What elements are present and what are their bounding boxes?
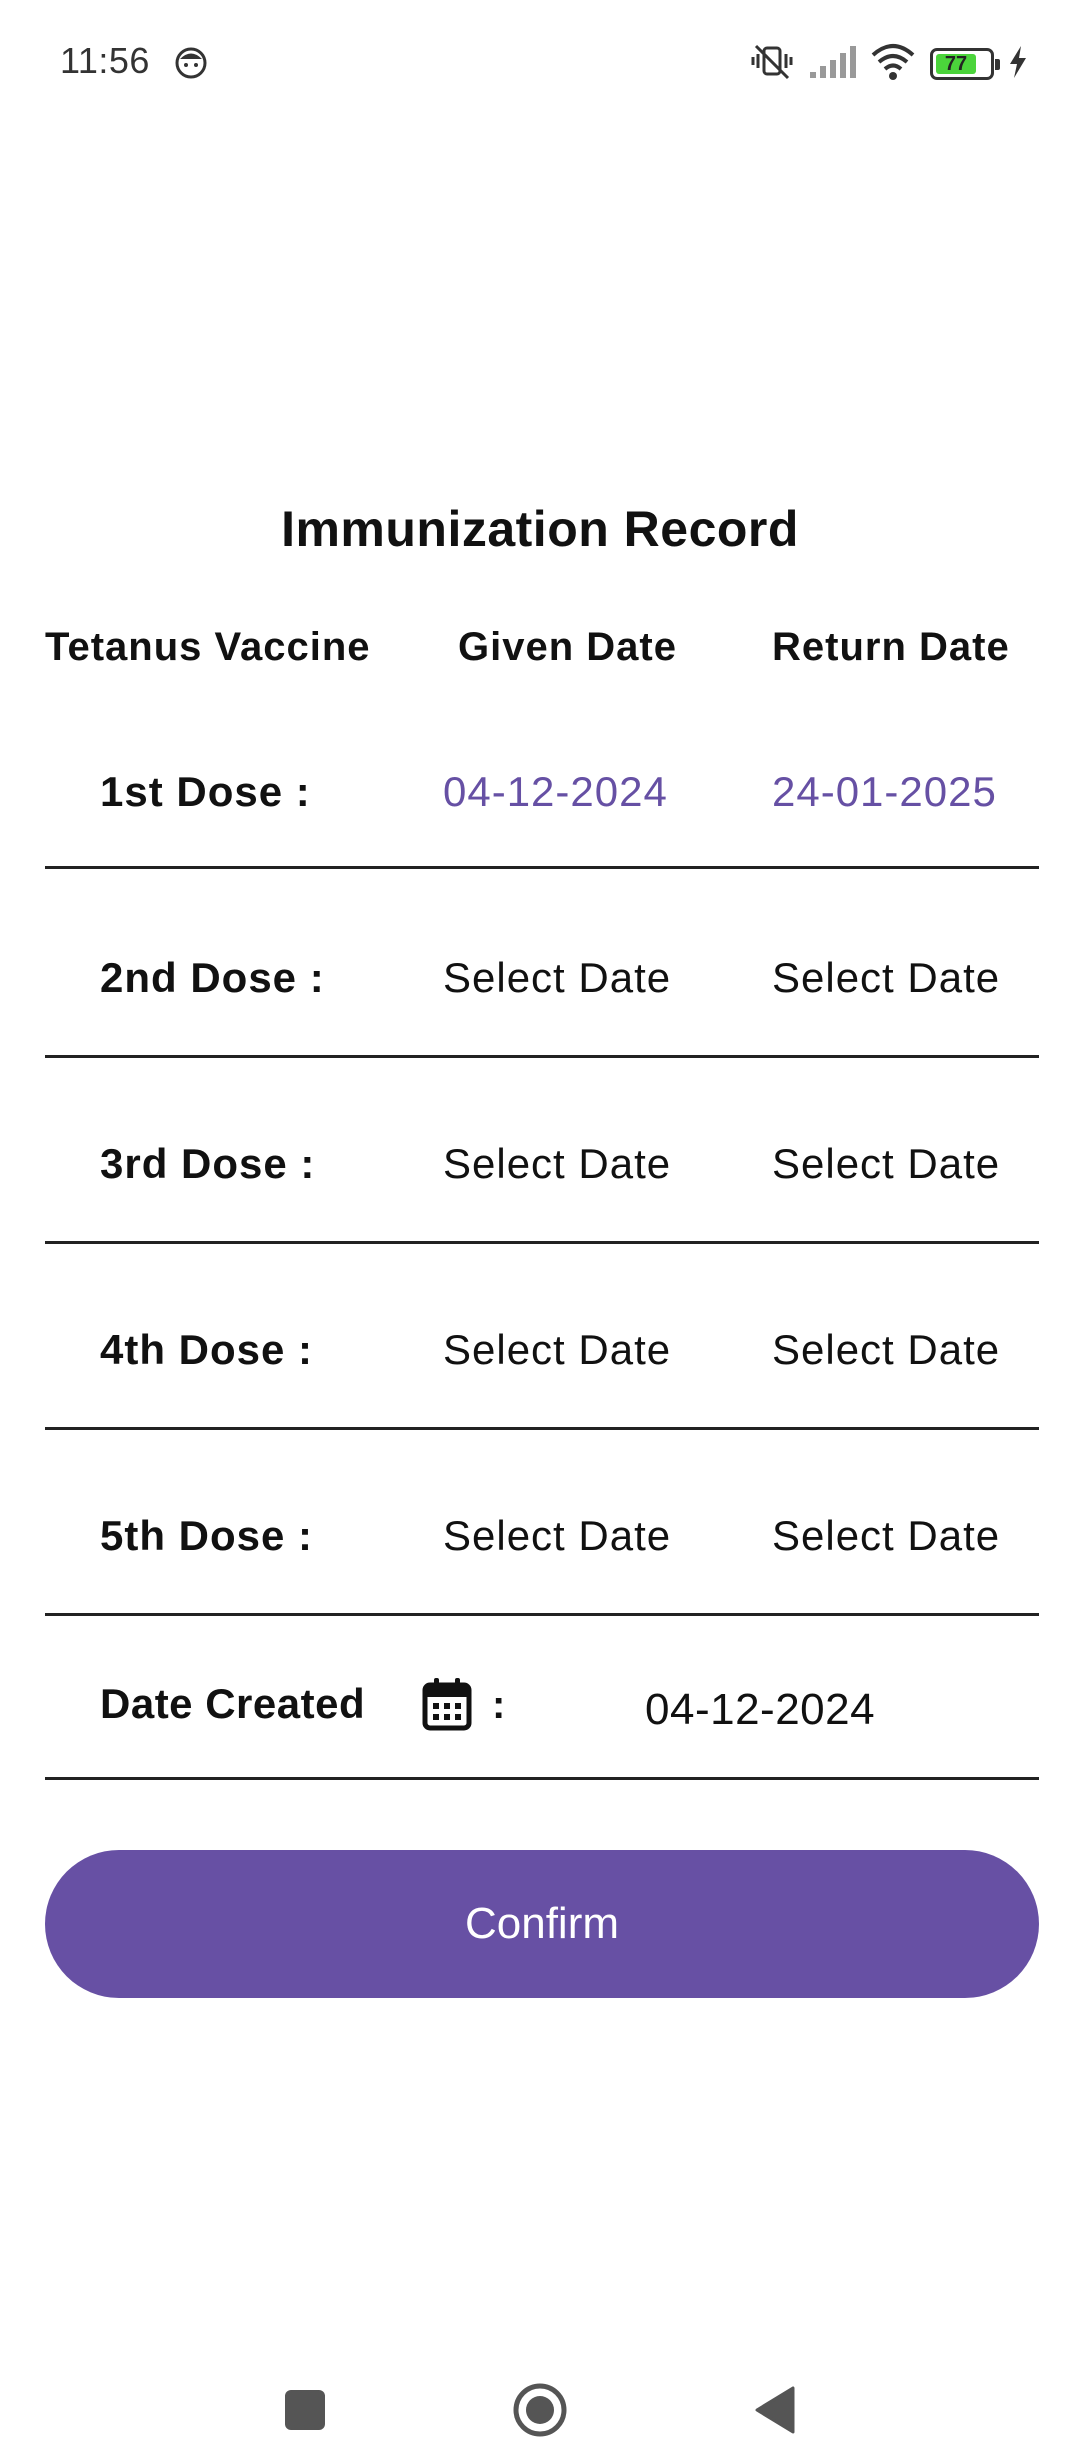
- face-notification-icon: [174, 46, 208, 80]
- header-tetanus-vaccine: Tetanus Vaccine: [45, 625, 371, 669]
- given-date-1[interactable]: 04-12-2024: [443, 768, 668, 816]
- dose-label: 5th Dose :: [100, 1512, 314, 1559]
- return-date-2[interactable]: Select Date: [772, 954, 1000, 1002]
- return-date-5[interactable]: Select Date: [772, 1512, 1000, 1560]
- wifi-icon: [870, 43, 916, 86]
- charging-icon: [1008, 45, 1028, 84]
- confirm-button[interactable]: Confirm: [45, 1850, 1039, 1998]
- dose-row-5: 5th Dose : Select Date Select Date: [45, 1430, 1039, 1616]
- header-given-date: Given Date: [458, 625, 677, 669]
- date-created-row: Date Created : 04-12-2024: [45, 1615, 1039, 1780]
- home-circle-icon[interactable]: [510, 2380, 570, 2440]
- table-header: Tetanus Vaccine Given Date Return Date: [0, 625, 1080, 685]
- immunization-screen: 11:56 77 Immunization Record Tetanus Vac…: [0, 0, 1080, 2460]
- given-date-2[interactable]: Select Date: [443, 954, 671, 1002]
- dose-label: 2nd Dose :: [100, 954, 325, 1001]
- vibrate-off-icon: [750, 42, 794, 87]
- dose-row-4: 4th Dose : Select Date Select Date: [45, 1244, 1039, 1430]
- dose-row-1: 1st Dose : 04-12-2024 24-01-2025: [45, 683, 1039, 869]
- dose-label: 4th Dose :: [100, 1326, 314, 1373]
- dose-label: 1st Dose :: [100, 768, 311, 815]
- date-created-value: 04-12-2024: [645, 1685, 876, 1734]
- signal-icon: [808, 44, 856, 85]
- status-icons: 77: [750, 42, 1028, 86]
- status-bar: 11:56 77: [0, 0, 1080, 130]
- given-date-4[interactable]: Select Date: [443, 1326, 671, 1374]
- battery-level: 77: [936, 53, 977, 75]
- status-time: 11:56: [60, 40, 150, 81]
- header-return-date: Return Date: [772, 625, 1010, 669]
- calendar-icon[interactable]: [422, 1677, 472, 1731]
- page-title: Immunization Record: [281, 501, 799, 557]
- given-date-3[interactable]: Select Date: [443, 1140, 671, 1188]
- return-date-1[interactable]: 24-01-2025: [772, 768, 997, 816]
- dose-row-3: 3rd Dose : Select Date Select Date: [45, 1058, 1039, 1244]
- recents-square-icon[interactable]: [275, 2380, 335, 2440]
- date-created-label: Date Created: [100, 1680, 366, 1727]
- dose-row-2: 2nd Dose : Select Date Select Date: [45, 872, 1039, 1058]
- navigation-bar: [0, 2360, 1080, 2460]
- back-triangle-icon[interactable]: [745, 2380, 805, 2440]
- return-date-3[interactable]: Select Date: [772, 1140, 1000, 1188]
- battery-icon: 77: [930, 48, 1000, 80]
- given-date-5[interactable]: Select Date: [443, 1512, 671, 1560]
- return-date-4[interactable]: Select Date: [772, 1326, 1000, 1374]
- dose-label: 3rd Dose :: [100, 1140, 316, 1187]
- date-created-colon: :: [492, 1683, 506, 1727]
